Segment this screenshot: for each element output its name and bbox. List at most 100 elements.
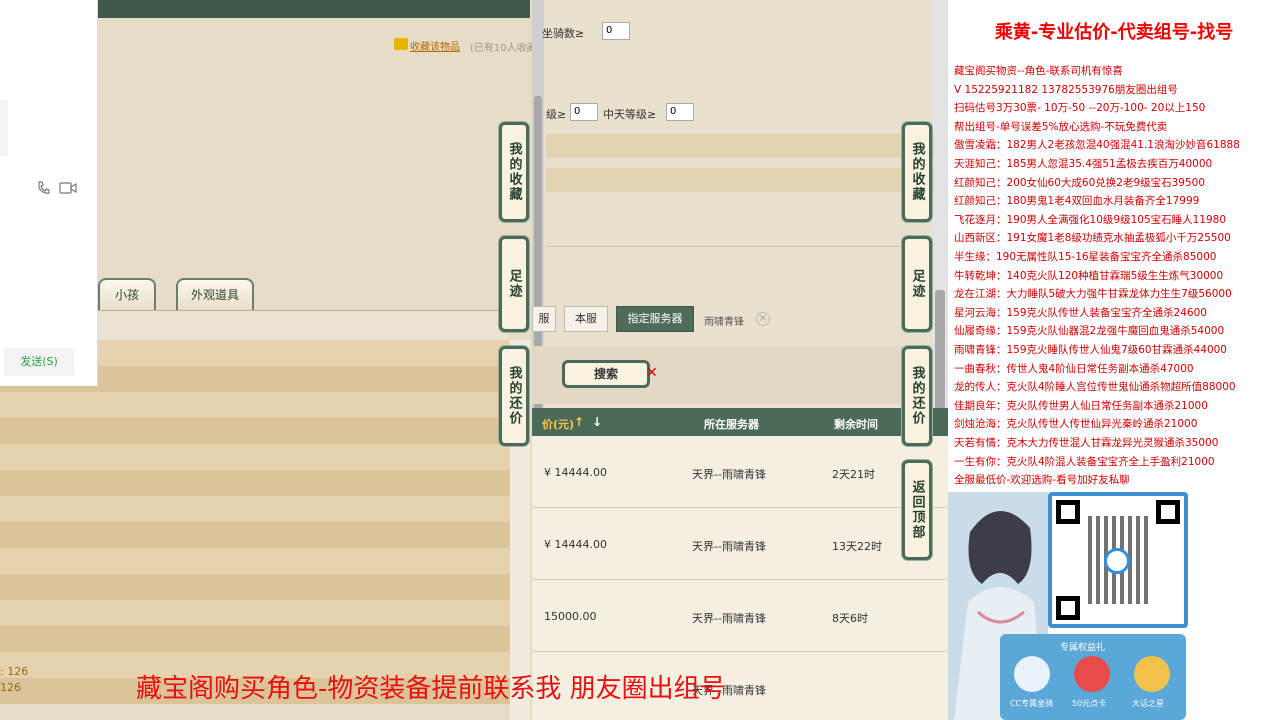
my-bargain-button-right[interactable]: 我的还价 (902, 346, 932, 446)
tian-level-label: 中天等级≥ (603, 108, 657, 121)
tian-level-input[interactable]: 0 (666, 103, 694, 121)
results-table-header: 价(元) ↑ ↓ 所在服务器 剩余时间 (532, 408, 948, 436)
promo-line: 扫码估号3万30票- 10万-50 --20万-100- 20以上150 (954, 102, 1206, 115)
my-bargain-button-left[interactable]: 我的还价 (499, 346, 529, 446)
server-tab-specified[interactable]: 指定服务器 (616, 306, 694, 332)
promo-line: 一曲春秋：传世人鬼4阶仙日常任务副本通杀47000 (954, 362, 1194, 375)
promo-item-3: 大话之星 (1132, 699, 1164, 708)
qr-finder-top-right (1156, 500, 1180, 524)
promo-gift-box: 专属权益礼 CC专属坐骑 50元点卡 大话之星 (1000, 634, 1186, 720)
sort-asc-icon[interactable]: ↑ (574, 415, 584, 429)
my-favorites-button-right[interactable]: 我的收藏 (902, 122, 932, 222)
table-row[interactable]: 15000.00 天界--雨啸青锋 8天6时 (532, 580, 948, 652)
promo-line: 剑烛沧海：克火队传世人传世仙异光秦岭通杀21000 (954, 418, 1198, 431)
mount-count-input[interactable]: 0 (602, 22, 630, 40)
row-remaining: 2天21时 (832, 468, 875, 481)
promo-line: 天涯知己：185男人忽混35.4强51孟极去疾百万40000 (954, 158, 1213, 170)
promo-line: 全服最低价-欢迎选购-看号加好友私聊 (954, 474, 1130, 487)
close-icon[interactable]: ✕ (646, 365, 658, 381)
tab-strip (98, 310, 508, 340)
filter-bar-1 (546, 134, 934, 158)
server-tag: 雨啸青锋 (704, 317, 744, 328)
row-price: ¥ 14444.00 (544, 466, 607, 479)
mount-count-label: 坐骑数≥ (542, 27, 585, 40)
promo-title: 乘黄-专业估价-代卖组号-找号 (994, 22, 1234, 43)
qr-finder-bottom-left (1056, 596, 1080, 620)
filter-bar-2 (546, 168, 934, 192)
promo-line: 藏宝阁买物资--角色-联系司机有惊喜 (954, 65, 1123, 77)
favorite-link[interactable]: 收藏该物品 (410, 38, 460, 53)
row-remaining: 8天6时 (832, 612, 868, 625)
promo-line: 山西新区：191女魔1老8级功绩克水抽孟极狐小千万25500 (954, 232, 1231, 245)
table-row[interactable]: ¥ 14444.00 天界--雨啸青锋 2天21时 (532, 436, 948, 508)
left-browser-pane: 收藏该物品 (已有10人收藏 小孩 外观道具 : 126 126 发送(S) (0, 0, 532, 720)
my-favorites-button-left[interactable]: 我的收藏 (499, 122, 529, 222)
video-call-icon[interactable] (58, 180, 78, 196)
promo-item-1: CC专属坐骑 (1010, 699, 1054, 708)
qr-code (1048, 492, 1188, 628)
item-detail-area (98, 18, 530, 318)
table-row[interactable]: ¥ 14444.00 天界--雨啸青锋 13天22时 (532, 508, 948, 580)
mount-reward-icon (1014, 656, 1050, 692)
list-stripe (0, 470, 510, 496)
qr-finder-top-left (1056, 500, 1080, 524)
back-to-top-button[interactable]: 返回顶部 (902, 460, 932, 560)
phone-icon[interactable] (36, 180, 52, 196)
promo-line: 龙的传人：克火队4阶睡人宫位传世鬼仙通杀物超所值88000 (954, 381, 1236, 394)
promo-line: 一生有你：克火队4阶混人装备宝宝齐全上手盈利21000 (954, 455, 1215, 468)
promo-line: 红颜知己：200女仙60大成60兑换2老9级宝石39500 (954, 176, 1206, 189)
promo-line: 傲雪凌霜：182男人2老孩忽混40强混41.1浪淘沙妙音61888 (954, 139, 1240, 152)
server-tab-local[interactable]: 本服 (564, 306, 608, 332)
list-stripe (0, 418, 510, 444)
chat-window: 发送(S) (0, 0, 98, 386)
list-stripe (0, 522, 510, 548)
card-reward-icon (1074, 656, 1110, 692)
sort-desc-icon[interactable]: ↓ (592, 415, 602, 429)
promo-panel: 乘黄-专业估价-代卖组号-找号 藏宝阁买物资--角色-联系司机有惊喜 V 1522… (948, 0, 1280, 720)
row-remaining: 13天22时 (832, 540, 882, 553)
list-stripe (0, 626, 510, 652)
list-stripe (0, 574, 510, 600)
promo-line: 星河云海：159克火队传世人装备宝宝齐全通杀24600 (954, 306, 1207, 319)
list-stripe (0, 496, 510, 522)
favorite-count-note: (已有10人收藏 (470, 43, 532, 54)
footprint-button-right[interactable]: 足迹 (902, 236, 932, 332)
footprint-button-left[interactable]: 足迹 (499, 236, 529, 332)
promo-caption: 专属权益礼 (1060, 643, 1106, 653)
row-server: 天界--雨啸青锋 (692, 468, 766, 481)
promo-line: 天若有情：克木大力传世混人甘霖龙异光灵猴通杀35000 (954, 437, 1219, 449)
level-label: 级≥ (546, 108, 567, 121)
promo-line: 佳期良年：克火队传世男人仙日常任务副本通杀21000 (954, 399, 1208, 412)
row-server: 天界--雨啸青锋 (692, 612, 766, 625)
server-header: 所在服务器 (704, 418, 759, 431)
star-reward-icon (1134, 656, 1170, 692)
tab-appearance[interactable]: 外观道具 (176, 278, 254, 310)
list-stripe (0, 548, 510, 574)
row-price: ¥ 14444.00 (544, 538, 607, 551)
overlay-banner: 藏宝阁购买角色-物资装备提前联系我 朋友圈出组号 (136, 674, 726, 704)
promo-line: V 15225921182 13782553976朋友圈出组号 (954, 83, 1178, 96)
search-button[interactable]: 搜索 (562, 360, 650, 388)
stat-line-1: : 126 (0, 665, 29, 678)
server-tab-all[interactable]: 服 (532, 306, 556, 332)
middle-browser-pane: 坐骑数≥ 0 级≥ 0 中天等级≥ 0 服 本服 指定服务器 雨啸青锋 × 搜索… (532, 0, 948, 720)
promo-line: 帮出组号-单号误差5%放心选购-不玩免费代卖 (954, 120, 1168, 133)
remove-tag-icon[interactable]: × (756, 312, 770, 326)
stat-line-2: 126 (0, 681, 21, 694)
promo-line: 红颜知己：180男鬼1老4双回血水月装备齐全17999 (954, 195, 1200, 208)
promo-line: 龙在江湖：大力睡队5破大力强牛甘霖龙体力生生7级56000 (954, 288, 1232, 301)
promo-line: 仙履奇缘：159克火队仙器混2龙强牛魔回血鬼通杀54000 (954, 325, 1225, 338)
qr-logo (1104, 548, 1130, 574)
level-input[interactable]: 0 (570, 103, 598, 121)
promo-line: 雨啸青锋：159克火睡队传世人仙鬼7级60甘霖通杀44000 (954, 344, 1227, 356)
promo-line: 飞花逐月：190男人全满强化10级9级105宝石睡人11980 (954, 213, 1227, 226)
promo-line: 牛转乾坤：140克火队120种植甘霖瑞5级生生炼气30000 (954, 269, 1224, 282)
send-button[interactable]: 发送(S) (4, 348, 74, 376)
tab-child[interactable]: 小孩 (98, 278, 156, 310)
price-header[interactable]: 价(元) (542, 416, 574, 432)
list-stripe (0, 600, 510, 626)
list-stripe (0, 392, 510, 418)
favorite-icon[interactable] (394, 38, 408, 50)
row-price: 15000.00 (544, 610, 597, 623)
promo-line: 半生缘：190无属性队15-16星装备宝宝齐全通杀85000 (954, 251, 1217, 263)
